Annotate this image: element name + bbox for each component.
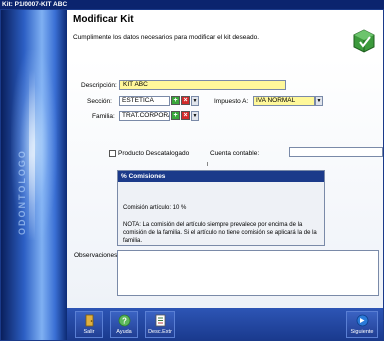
impuesto-field[interactable]: IVA NORMAL	[253, 96, 315, 106]
header: Modificar Kit Cumplimente los datos nece…	[67, 10, 383, 58]
desc-extr-label: Desc.Extr	[148, 329, 172, 335]
svg-text:?: ?	[122, 316, 127, 325]
familia-field[interactable]: TRAT.CORPORAL	[119, 111, 170, 121]
kit-icon	[353, 29, 375, 53]
next-arrow-icon	[356, 314, 369, 327]
side-banner: ODONTOLOGO	[1, 10, 67, 340]
main-content: Modificar Kit Cumplimente los datos nece…	[67, 10, 383, 340]
familia-add-icon[interactable]: +	[171, 111, 180, 120]
familia-delete-icon[interactable]: ×	[181, 111, 190, 120]
familia-dropdown-icon[interactable]: ▼	[191, 111, 199, 121]
desc-extr-button[interactable]: Desc.Extr	[145, 311, 175, 338]
comision-articulo: Comisión artículo: 10 %	[123, 205, 187, 211]
salir-button[interactable]: Salir	[75, 311, 103, 338]
siguiente-button[interactable]: Siguiente	[346, 311, 378, 338]
divider-tick	[207, 162, 208, 166]
seccion-delete-icon[interactable]: ×	[181, 96, 190, 105]
observaciones-textarea[interactable]	[117, 250, 379, 296]
kit-form: Descripción: KIT ABC Sección: ESTETICA +…	[67, 58, 383, 308]
seccion-field[interactable]: ESTETICA	[119, 96, 170, 106]
cuenta-label: Cuenta contable:	[210, 150, 260, 157]
banner-watermark: ODONTOLOGO	[17, 149, 27, 235]
window-title: Kit: P1/0007-KIT ABC	[0, 0, 384, 9]
siguiente-label: Siguiente	[350, 329, 374, 335]
document-list-icon	[155, 314, 166, 327]
comisiones-title: % Comisiones	[118, 171, 324, 182]
ayuda-label: Ayuda	[116, 329, 132, 335]
impuesto-dropdown-icon[interactable]: ▼	[315, 96, 323, 106]
cuenta-field[interactable]	[289, 147, 383, 157]
descatalogado-label: Producto Descatalogado	[118, 150, 190, 157]
seccion-dropdown-icon[interactable]: ▼	[191, 96, 199, 106]
salir-label: Salir	[83, 329, 95, 335]
observaciones-label: Observaciones	[74, 252, 118, 259]
ayuda-button[interactable]: ? Ayuda	[110, 311, 138, 338]
help-icon: ?	[118, 314, 131, 327]
descripcion-field[interactable]: KIT ABC	[119, 80, 286, 90]
seccion-add-icon[interactable]: +	[171, 96, 180, 105]
familia-label: Familia:	[92, 113, 115, 120]
seccion-label: Sección:	[87, 98, 112, 105]
descatalogado-checkbox[interactable]	[109, 150, 116, 157]
page-subtitle: Cumplimente los datos necesarios para mo…	[73, 34, 260, 41]
descripcion-value: KIT ABC	[123, 81, 148, 88]
page-title: Modificar Kit	[73, 14, 134, 25]
impuesto-label: Impuesto A:	[214, 98, 249, 105]
exit-door-icon	[85, 314, 94, 327]
bottom-toolbar: Salir ? Ayuda Desc.Extr Siguiente	[67, 308, 383, 340]
descripcion-label: Descripción:	[81, 82, 117, 89]
comision-note: NOTA: La comisión del artículo siempre p…	[123, 222, 317, 244]
comisiones-panel: % Comisiones Comisión artículo: 10 % NOT…	[117, 170, 325, 246]
